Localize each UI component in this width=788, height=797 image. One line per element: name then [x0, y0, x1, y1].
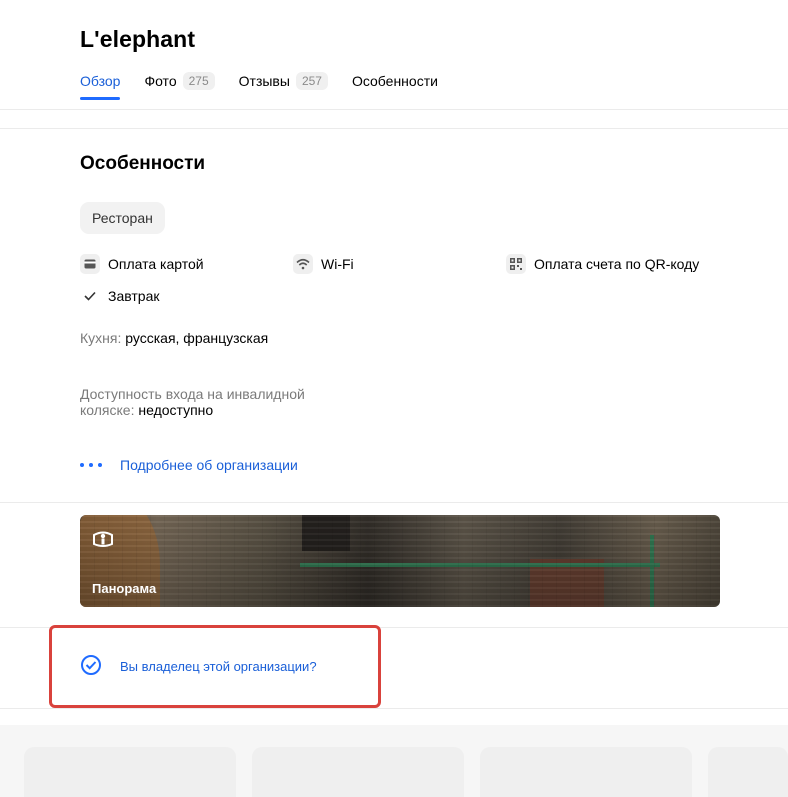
- qr-icon: [506, 254, 526, 274]
- feature-breakfast: Завтрак: [80, 286, 159, 306]
- tab-reviews[interactable]: Отзывы 257: [239, 72, 328, 90]
- divider: [0, 109, 788, 110]
- check-icon: [80, 286, 100, 306]
- tab-label: Отзывы: [238, 73, 290, 89]
- placeholder-card: [252, 747, 464, 797]
- owner-claim-link[interactable]: Вы владелец этой организации?: [80, 654, 317, 679]
- tabs: Обзор Фото 275 Отзывы 257 Особенности: [80, 72, 462, 100]
- feature-wifi: Wi-Fi: [293, 254, 354, 274]
- review-count-badge: 257: [295, 72, 328, 90]
- wheelchair-key-line2: коляске:: [80, 402, 135, 418]
- wheelchair-key-line1: Доступность входа на инвалидной: [80, 386, 305, 402]
- check-circle-icon: [80, 654, 102, 679]
- features-title: Особенности: [80, 153, 206, 174]
- more-about-org-link[interactable]: Подробнее об организации: [80, 457, 298, 473]
- panorama-shade: [80, 515, 720, 607]
- wheelchair-value: недоступно: [138, 402, 214, 418]
- tab-label: Обзор: [80, 73, 121, 89]
- tab-photos[interactable]: Фото 275: [144, 72, 215, 90]
- more-link-label: Подробнее об организации: [120, 457, 298, 473]
- feature-label: Wi-Fi: [321, 256, 354, 272]
- bottom-cards-area: [0, 725, 788, 797]
- placeholder-card: [708, 747, 788, 797]
- more-dots-icon: [80, 463, 102, 467]
- divider: [0, 128, 788, 129]
- photo-count-badge: 275: [182, 72, 215, 90]
- category-chip: Ресторан: [80, 202, 165, 234]
- divider: [0, 708, 788, 709]
- feature-qr-payment: Оплата счета по QR-коду: [506, 254, 699, 274]
- wheelchair-row: Доступность входа на инвалидной коляске:…: [80, 386, 305, 418]
- feature-label: Оплата картой: [108, 256, 204, 272]
- tab-label: Особенности: [351, 73, 438, 89]
- feature-label: Оплата счета по QR-коду: [534, 256, 700, 272]
- tab-overview[interactable]: Обзор: [80, 72, 121, 100]
- feature-label: Завтрак: [108, 288, 160, 304]
- feature-card-payment: Оплата картой: [80, 254, 204, 274]
- panorama-label: Панорама: [92, 581, 157, 596]
- tab-label: Фото: [144, 73, 177, 89]
- cuisine-row: Кухня: русская, французская: [80, 330, 268, 346]
- cuisine-value: русская, французская: [125, 330, 269, 346]
- placeholder-card: [24, 747, 236, 797]
- panorama-icon: [92, 529, 114, 554]
- placeholder-card: [480, 747, 692, 797]
- card-icon: [80, 254, 100, 274]
- page: L'elephant Обзор Фото 275 Отзывы 257 Осо…: [0, 0, 788, 797]
- tab-features[interactable]: Особенности: [352, 72, 438, 90]
- panorama-preview[interactable]: Панорама: [80, 515, 720, 607]
- page-title: L'elephant: [80, 26, 196, 52]
- cuisine-key: Кухня:: [80, 330, 122, 346]
- wifi-icon: [293, 254, 313, 274]
- divider: [0, 502, 788, 503]
- owner-claim-label: Вы владелец этой организации?: [120, 659, 317, 674]
